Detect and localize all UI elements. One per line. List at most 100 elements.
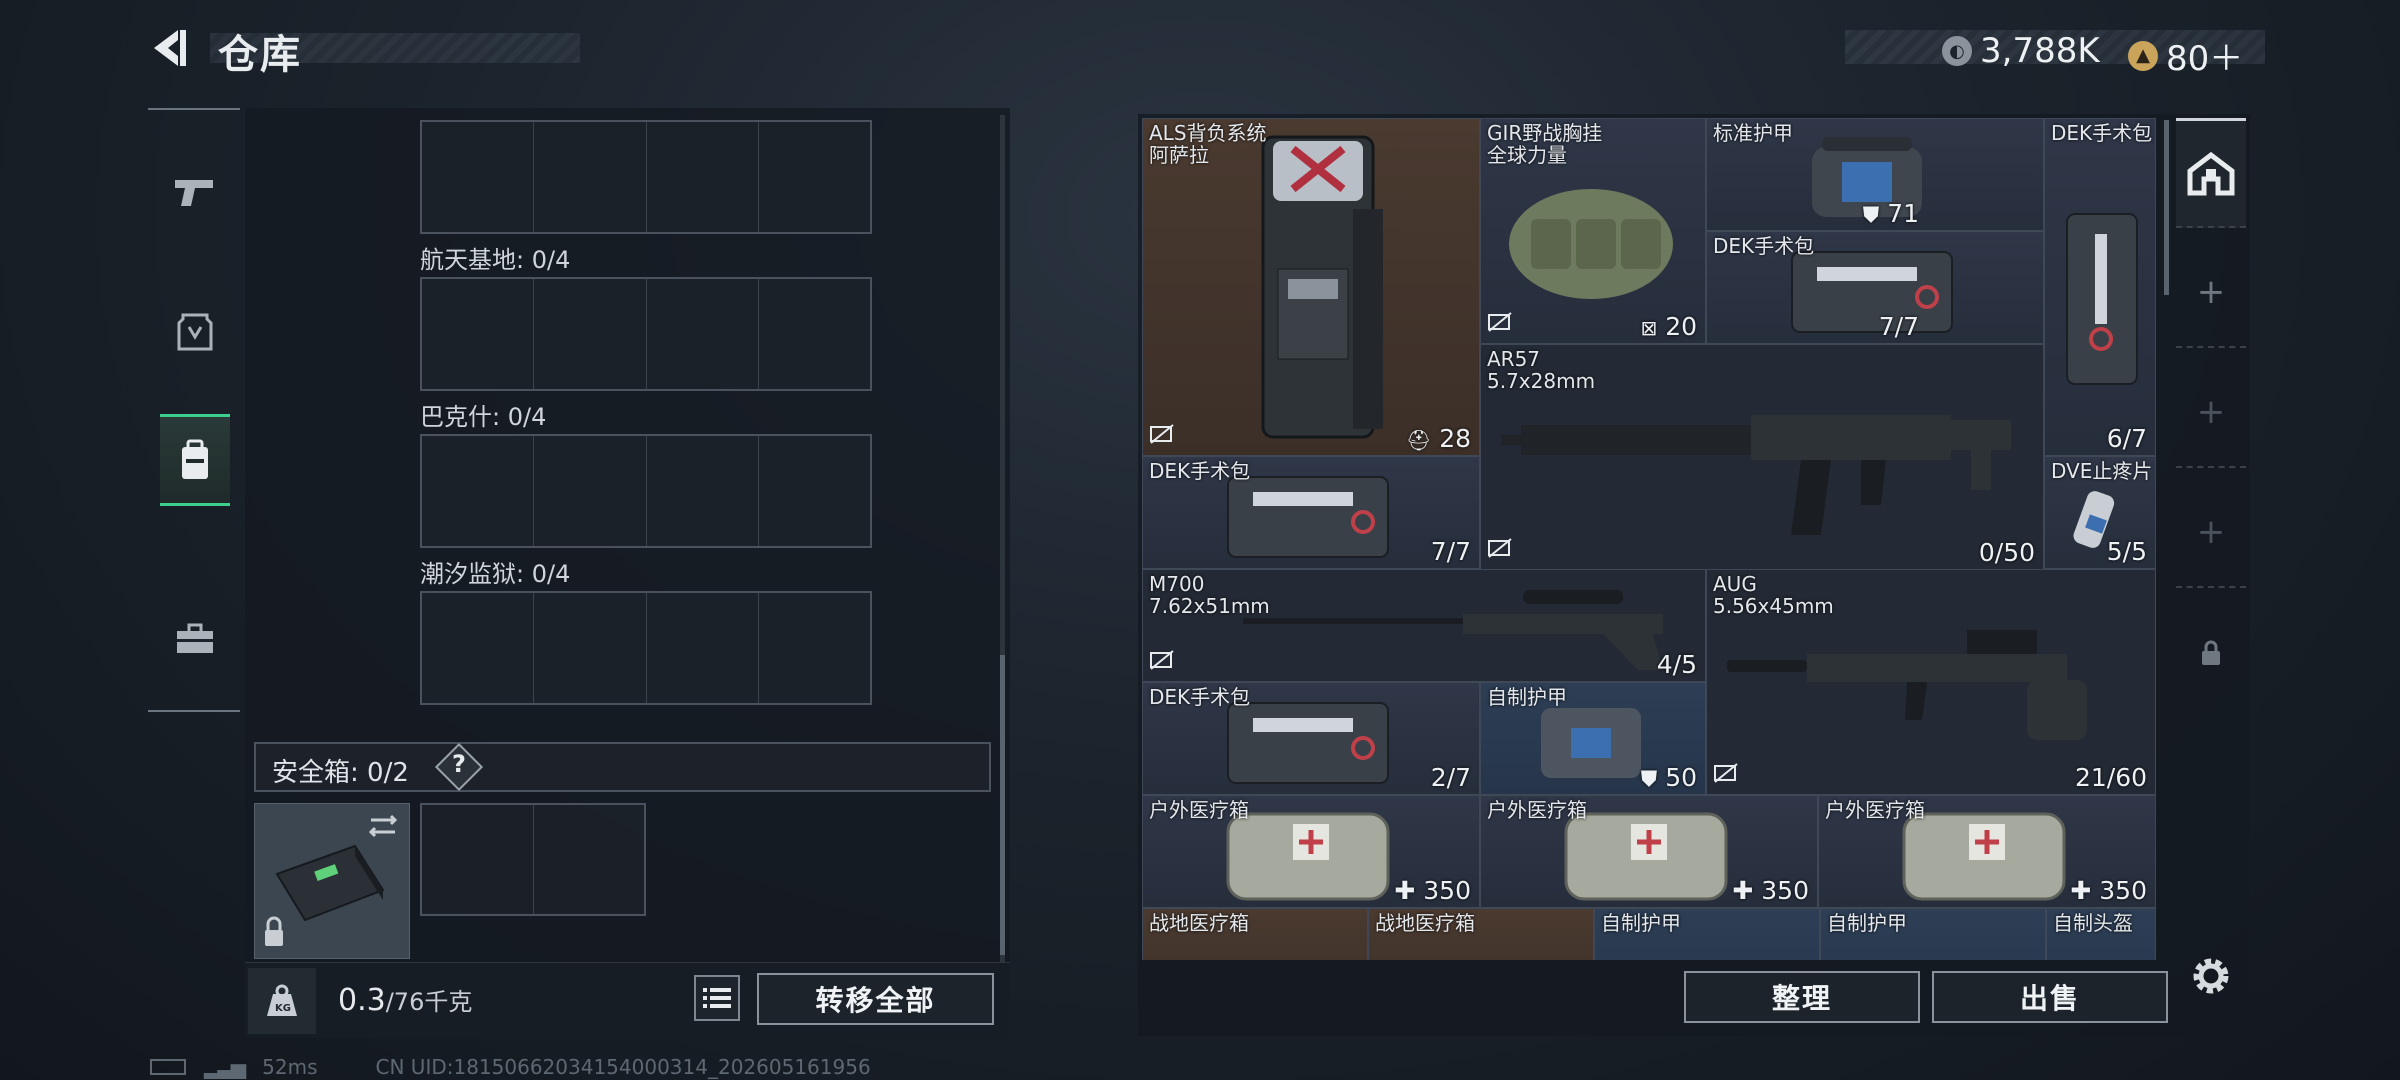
stash-grid[interactable] xyxy=(420,120,872,234)
grid-cell[interactable] xyxy=(759,279,870,389)
ping-value: 52ms xyxy=(262,1055,318,1079)
rail-pistol-button[interactable] xyxy=(160,148,230,238)
stash-scroll-thumb[interactable] xyxy=(1000,655,1005,955)
no-insure-icon xyxy=(1713,762,1739,788)
item-count-value: 71 xyxy=(1887,199,1919,228)
container-tab-locked[interactable] xyxy=(2176,598,2246,708)
item-name: 自制头盔 xyxy=(2053,911,2133,935)
item-name: AUG 5.56x45mm xyxy=(1713,572,1834,618)
item-count: 6/7 xyxy=(2106,424,2147,453)
inventory-item[interactable]: 户外医疗箱 ✚ 350 xyxy=(1480,795,1818,908)
stash-grid[interactable] xyxy=(420,591,872,705)
kg-weight-icon: KG xyxy=(267,984,297,1016)
rail-briefcase-button[interactable] xyxy=(160,594,230,684)
grid-cell[interactable] xyxy=(422,122,535,232)
inventory-item[interactable]: DEK手术包 6/7 xyxy=(2044,118,2156,456)
inventory-scroll-thumb[interactable] xyxy=(2164,120,2169,295)
grid-cell[interactable] xyxy=(422,279,535,389)
shield-icon: ⛊ xyxy=(1862,203,1880,228)
item-count-value: 350 xyxy=(1761,876,1809,905)
inventory-item[interactable]: GIR野战胸挂 全球力量 ⊠ 20 xyxy=(1480,118,1706,344)
help-icon[interactable]: ? xyxy=(452,750,466,778)
grid-cell[interactable] xyxy=(647,436,759,546)
svg-text:KG: KG xyxy=(275,1003,291,1014)
coin-icon: ◐ xyxy=(1942,36,1972,66)
stash-label: 潮汐监狱: 0/4 xyxy=(420,560,571,588)
currency-coins[interactable]: ◐ 3,788K xyxy=(1942,31,2100,71)
settings-button[interactable] xyxy=(2188,953,2234,999)
inventory-item[interactable]: 自制头盔 xyxy=(2046,908,2156,960)
container-tab-backpack[interactable] xyxy=(2176,118,2246,228)
grid-cell[interactable] xyxy=(647,122,759,232)
no-insure-icon xyxy=(1487,311,1513,337)
item-name: 户外医疗箱 xyxy=(1825,798,1925,822)
container-tab-add[interactable]: + xyxy=(2176,478,2246,588)
inventory-item[interactable]: 户外医疗箱 ✚ 350 xyxy=(1818,795,2156,908)
item-count: ⛑ 28 xyxy=(1406,424,1471,453)
back-button[interactable] xyxy=(148,26,192,70)
item-name: 户外医疗箱 xyxy=(1149,798,1249,822)
inventory-item[interactable]: 自制护甲 xyxy=(1594,908,1820,960)
grid-cell[interactable] xyxy=(647,279,759,389)
weight-value: 0.3/76千克 xyxy=(338,982,472,1018)
stash-grid[interactable] xyxy=(420,434,872,548)
rail-armor-button[interactable] xyxy=(160,288,230,378)
premium-coin-icon: ▲ xyxy=(2128,40,2158,71)
item-count: 7/7 xyxy=(1878,312,1919,341)
grid-cell[interactable] xyxy=(759,122,870,232)
item-name: 户外医疗箱 xyxy=(1487,798,1587,822)
inventory-item[interactable]: AUG 5.56x45mm 21/60 xyxy=(1706,569,2156,795)
safe-box-grid[interactable] xyxy=(420,803,646,916)
inventory-item[interactable]: DEK手术包 2/7 xyxy=(1142,682,1480,795)
grid-cell[interactable] xyxy=(534,805,645,914)
inventory-item[interactable]: DVE止疼片 5/5 xyxy=(2044,456,2156,569)
inventory-item[interactable]: M700 7.62x51mm 4/5 xyxy=(1142,569,1706,682)
item-count: 4/5 xyxy=(1656,650,1697,679)
item-count: ⛊ 71 xyxy=(1863,199,1919,228)
inventory-item[interactable]: ALS背负系统 阿萨拉 ⛑ 28 xyxy=(1142,118,1480,456)
transfer-all-button[interactable]: 转移全部 xyxy=(757,973,994,1025)
inventory-item[interactable]: 战地医疗箱 xyxy=(1142,908,1368,960)
sort-button[interactable]: 整理 xyxy=(1684,971,1920,1023)
sell-button[interactable]: 出售 xyxy=(1932,971,2168,1023)
grid-cell[interactable] xyxy=(534,593,647,703)
currency-premium[interactable]: ▲ 80＋ xyxy=(2128,31,2243,80)
item-count-value: 50 xyxy=(1665,763,1697,792)
rail-backpack-button[interactable] xyxy=(160,414,230,506)
no-insure-icon xyxy=(1487,537,1513,563)
inventory-item[interactable]: 战地医疗箱 xyxy=(1368,908,1594,960)
item-name: M700 7.62x51mm xyxy=(1149,572,1270,618)
item-name: ALS背负系统 阿萨拉 xyxy=(1149,121,1267,167)
item-name: DEK手术包 xyxy=(1713,234,1815,258)
inventory-item[interactable]: DEK手术包 7/7 xyxy=(1142,456,1480,569)
container-tab-add[interactable]: + xyxy=(2176,358,2246,468)
battery-icon xyxy=(150,1059,186,1075)
inventory-item[interactable]: 自制护甲 ⛊ 50 xyxy=(1480,682,1706,795)
no-insure-icon xyxy=(1149,649,1175,675)
list-view-button[interactable] xyxy=(694,975,740,1021)
plus-icon: ✚ xyxy=(1732,876,1754,905)
stash-grid[interactable] xyxy=(420,277,872,391)
grid-cell[interactable] xyxy=(759,436,870,546)
inventory-item[interactable]: 标准护甲 ⛊ 71 xyxy=(1706,118,2044,231)
grid-cell[interactable] xyxy=(534,436,647,546)
grid-cell[interactable] xyxy=(647,593,759,703)
weight-indicator: KG xyxy=(248,968,316,1034)
inventory-item[interactable]: AR57 5.7x28mm 0/50 xyxy=(1480,344,2044,570)
container-tab-add[interactable]: + xyxy=(2176,238,2246,348)
list-icon xyxy=(703,988,731,1008)
inventory-item[interactable]: DEK手术包 7/7 xyxy=(1706,231,2044,344)
item-name: DEK手术包 xyxy=(1149,685,1251,709)
inventory-item[interactable]: 自制护甲 xyxy=(1820,908,2046,960)
safe-box-item[interactable] xyxy=(254,803,410,959)
grid-cell[interactable] xyxy=(534,122,647,232)
coin-value: 3,788K xyxy=(1980,31,2100,71)
weight-max: /76千克 xyxy=(385,988,473,1016)
inventory-item[interactable]: 户外医疗箱 ✚ 350 xyxy=(1142,795,1480,908)
grid-cell[interactable] xyxy=(422,593,535,703)
category-rail xyxy=(148,108,240,712)
grid-cell[interactable] xyxy=(422,805,534,914)
grid-cell[interactable] xyxy=(759,593,870,703)
grid-cell[interactable] xyxy=(534,279,647,389)
grid-cell[interactable] xyxy=(422,436,535,546)
